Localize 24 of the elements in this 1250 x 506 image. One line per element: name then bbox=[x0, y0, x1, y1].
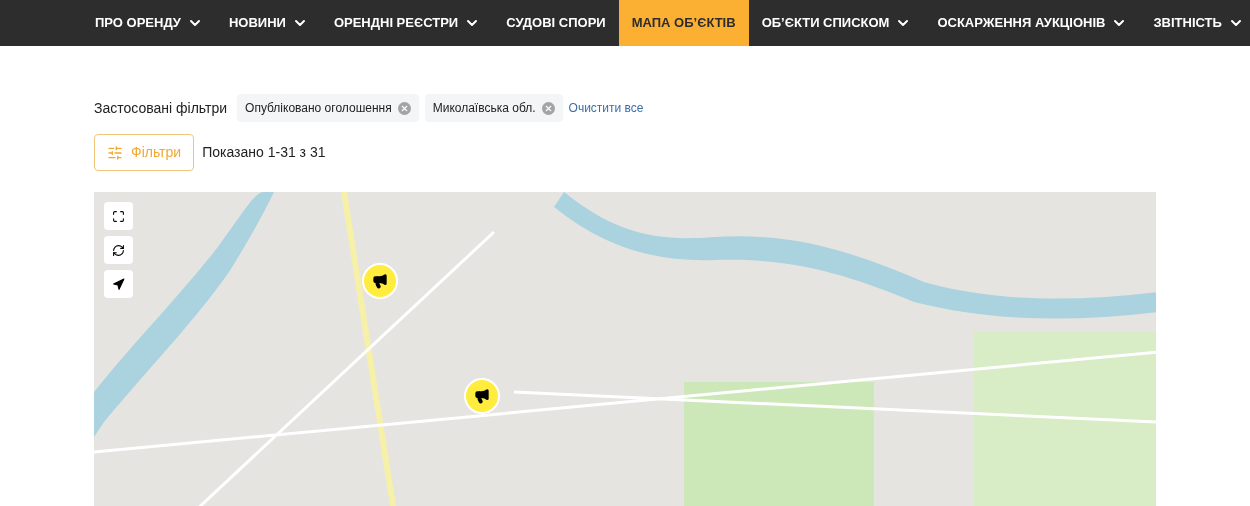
filter-chip-label: Миколаївська обл. bbox=[432, 100, 536, 117]
clear-all-link[interactable]: Очистити все bbox=[568, 99, 644, 117]
nav-menu-item[interactable]: ОБ’ЄКТИ СПИСКОМ bbox=[748, 0, 925, 46]
nav-menu-item[interactable]: ЗВІТНІСТЬ bbox=[1140, 0, 1250, 46]
nav-menu-item[interactable]: НОВИНИ bbox=[215, 0, 321, 46]
filter-chip-label: Опубліковано оголошення bbox=[245, 100, 392, 117]
nav-menu-item[interactable]: МАПА ОБ’ЄКТІВ bbox=[618, 0, 749, 46]
refresh-button[interactable] bbox=[104, 236, 133, 264]
refresh-icon bbox=[112, 243, 125, 257]
fullscreen-icon bbox=[112, 209, 125, 223]
result-count: Показано 1-31 з 31 bbox=[202, 143, 326, 162]
nav-menu-item[interactable]: ОРЕНДНІ РЕЄСТРИ bbox=[320, 0, 494, 46]
locate-button[interactable] bbox=[104, 270, 133, 298]
map-marker-icon[interactable] bbox=[464, 378, 500, 414]
sliders-icon bbox=[107, 144, 123, 161]
nav-menu-item[interactable]: ОСКАРЖЕННЯ АУКЦІОНІВ bbox=[924, 0, 1141, 46]
location-arrow-icon bbox=[112, 277, 125, 291]
nav-menu-item[interactable]: ПРО ОРЕНДУ bbox=[82, 0, 216, 46]
filter-chip[interactable]: Опубліковано оголошення bbox=[237, 94, 419, 122]
fullscreen-button[interactable] bbox=[104, 202, 133, 230]
filter-chip[interactable]: Миколаївська обл. bbox=[424, 94, 563, 122]
map-marker-icon[interactable] bbox=[362, 263, 398, 299]
nav-menu-item[interactable]: СУДОВІ СПОРИ bbox=[493, 0, 619, 46]
applied-filters-label: Застосовані фільтри bbox=[94, 98, 228, 118]
